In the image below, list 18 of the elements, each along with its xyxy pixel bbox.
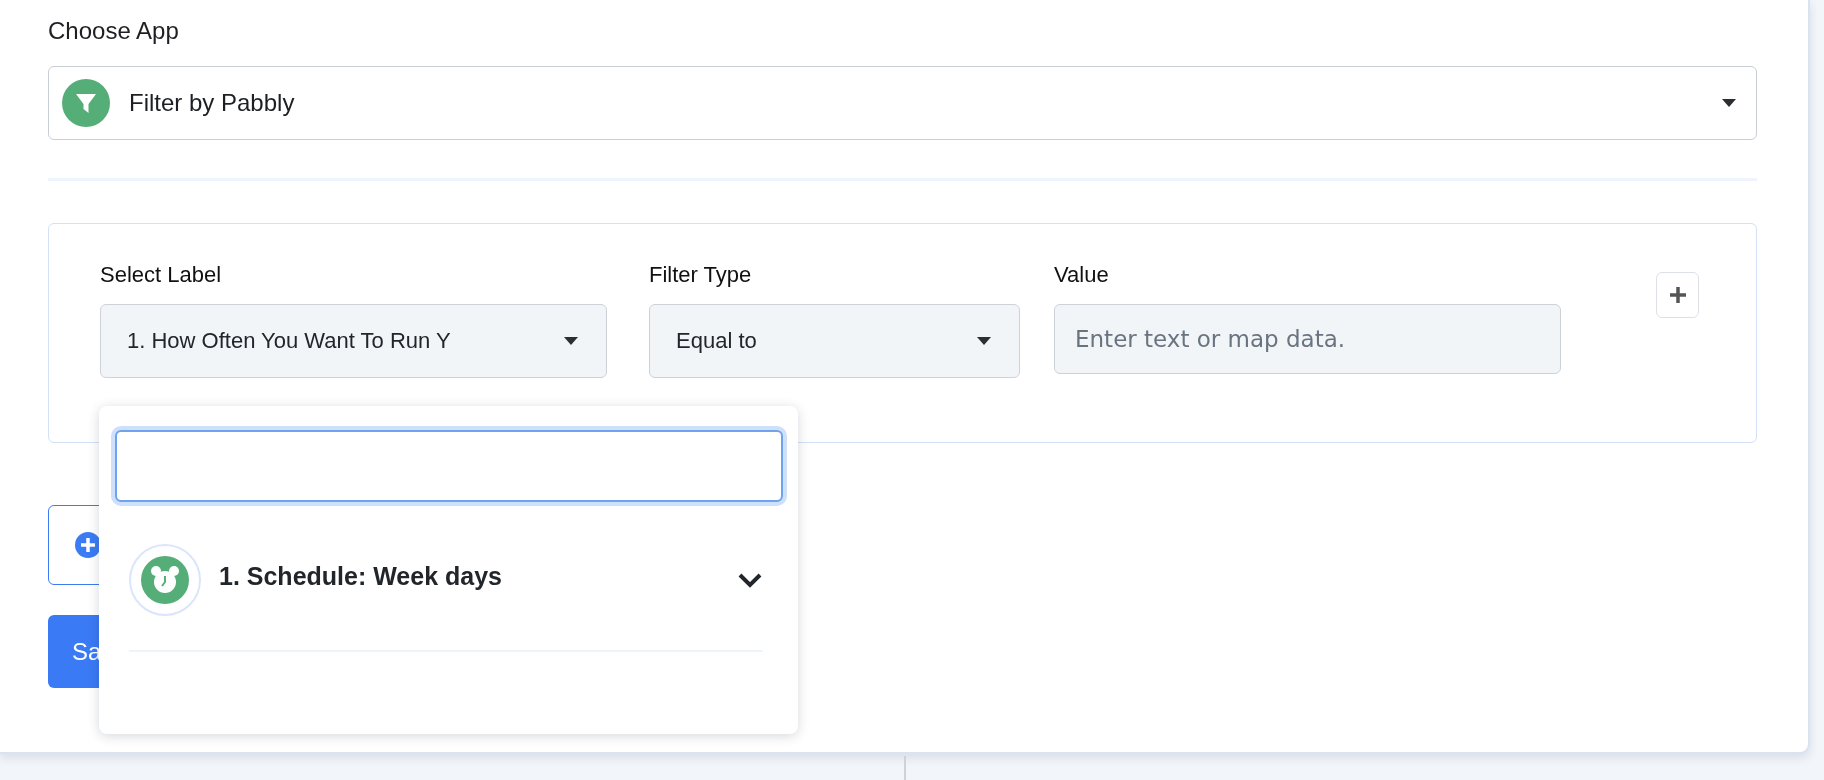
value-field[interactable]: Enter text or map data. xyxy=(1054,304,1561,374)
plus-icon xyxy=(1667,285,1688,305)
app-select[interactable]: Filter by Pabbly xyxy=(48,66,1757,140)
field-label: Select Label xyxy=(100,262,222,288)
search-field[interactable] xyxy=(115,430,783,502)
chevron-down-icon[interactable] xyxy=(737,572,763,588)
select-field[interactable]: Equal to xyxy=(649,304,1020,378)
add-condition-button[interactable] xyxy=(1656,272,1699,318)
filter-icon xyxy=(62,79,110,127)
select-field[interactable]: 1. How Often You Want To Run Y xyxy=(100,304,607,378)
alarm-clock-icon xyxy=(129,544,201,616)
section-title: Choose App xyxy=(48,16,179,46)
caret-icon xyxy=(564,337,578,345)
option-label[interactable]: 1. Schedule: Week days xyxy=(219,561,719,591)
field-label: Filter Type xyxy=(649,262,752,288)
caret-icon xyxy=(977,337,991,345)
field-label: Value xyxy=(1054,262,1109,288)
caret-icon xyxy=(1722,99,1736,107)
